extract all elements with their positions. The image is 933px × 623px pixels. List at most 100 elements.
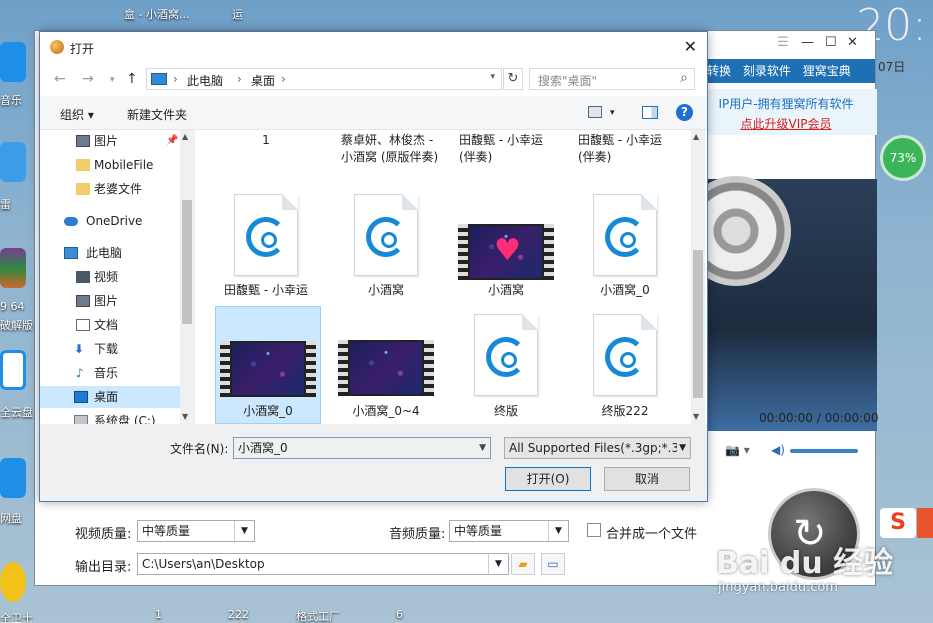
nav-item-label: 音乐 — [94, 366, 119, 380]
desktop-label: 网盘 — [0, 512, 22, 525]
camera-icon[interactable]: 📷 ▾ — [725, 443, 750, 457]
vip-upgrade-link[interactable]: 点此升级VIP会员 — [695, 115, 877, 132]
minimize-icon[interactable]: — — [801, 35, 814, 50]
new-folder-button[interactable]: 新建文件夹 — [127, 106, 187, 123]
menu-item[interactable]: 刻录软件 — [743, 64, 791, 78]
app-icon[interactable] — [0, 142, 26, 182]
converter-menu: 转换 刻录软件 狸窝宝典 — [695, 59, 875, 83]
address-bar[interactable]: › 此电脑 › 桌面 › ▾ — [146, 68, 502, 90]
file-item[interactable]: 终版 — [453, 306, 559, 424]
pin-icon[interactable]: 📌 — [166, 130, 178, 152]
chevron-down-icon[interactable]: ▾ — [610, 108, 615, 118]
open-button[interactable]: 打开(O) — [505, 467, 591, 491]
breadcrumb-item[interactable]: 此电脑 — [187, 72, 223, 89]
breadcrumb-item[interactable]: 桌面 — [251, 72, 275, 89]
menu-item[interactable]: 狸窝宝典 — [803, 64, 851, 78]
baidu-watermark-url: jingyan.baidu.com — [718, 580, 838, 595]
sogou-icon[interactable]: S — [880, 508, 916, 538]
audio-quality-select[interactable]: 中等质量 ▼ — [449, 520, 569, 542]
chevron-down-icon[interactable]: ▾ — [490, 72, 495, 82]
file-item-selected[interactable]: 小酒窝_0 — [215, 306, 321, 424]
vip-banner: IP用户-拥有狸窝所有软件 点此升级VIP会员 — [695, 89, 877, 135]
search-input[interactable]: 搜索"桌面" — [538, 72, 597, 89]
scrollbar-thumb[interactable] — [182, 200, 192, 324]
file-item[interactable]: 小酒窝 — [333, 192, 439, 304]
computer-icon — [151, 73, 167, 85]
file-name: 小酒窝_0~4 — [352, 404, 420, 418]
cancel-button[interactable]: 取消 — [604, 467, 690, 491]
nav-scrollbar[interactable]: ▲ ▼ — [180, 130, 194, 424]
nav-item-music[interactable]: ♪ 音乐 — [40, 362, 180, 384]
desktop-label: 破解版 — [0, 319, 33, 332]
music-icon: ♪ — [76, 366, 84, 380]
folder-browse-icon[interactable]: ▭ — [541, 553, 565, 575]
nav-item-this-pc[interactable]: 此电脑 — [40, 242, 180, 264]
nav-item-desktop[interactable]: 桌面 — [40, 386, 180, 408]
picture-icon — [76, 135, 90, 147]
nav-item-pictures[interactable]: 图片 — [40, 290, 180, 312]
scrollbar-thumb[interactable] — [693, 250, 703, 398]
scroll-up-icon[interactable]: ▲ — [693, 132, 699, 141]
file-item[interactable]: 田馥甄 - 小幸运 — [213, 192, 319, 304]
cloud-icon — [64, 217, 78, 226]
nav-item-wife-files[interactable]: 老婆文件 — [40, 178, 180, 200]
app-icon[interactable] — [0, 458, 26, 498]
output-dir-field[interactable]: C:\Users\an\Desktop ▼ — [137, 553, 509, 575]
video-frame — [350, 342, 422, 394]
merge-checkbox[interactable] — [587, 523, 601, 537]
scroll-up-icon[interactable]: ▲ — [182, 132, 188, 141]
file-item[interactable]: 小酒窝_0 — [572, 192, 678, 304]
menu-icon[interactable]: ☰ — [777, 35, 789, 50]
archive-icon[interactable] — [0, 248, 26, 288]
close-icon[interactable]: ✕ — [847, 35, 858, 50]
nav-item-videos[interactable]: 视频 — [40, 266, 180, 288]
volume-icon[interactable]: ◀) — [771, 443, 785, 457]
nav-item-onedrive[interactable]: OneDrive — [40, 210, 180, 232]
app-icon[interactable] — [0, 42, 26, 82]
refresh-icon[interactable]: ↻ — [503, 68, 523, 90]
plus-icon[interactable] — [0, 562, 26, 602]
scroll-down-icon[interactable]: ▼ — [693, 412, 699, 421]
video-thumbnail — [220, 341, 316, 397]
filetype-select[interactable]: All Supported Files(*.3gp;*.3g ▼ — [504, 437, 691, 459]
nav-item-pictures-pinned[interactable]: 图片 📌 — [40, 130, 180, 152]
file-item-partial[interactable]: 1 — [213, 132, 319, 149]
file-item-partial[interactable]: 田馥甄 - 小幸运 (伴奏) — [453, 132, 559, 166]
nav-item-system-drive[interactable]: 系统盘 (C:) — [40, 410, 180, 424]
view-icon[interactable] — [588, 106, 602, 118]
preview-pane-icon[interactable] — [642, 106, 658, 119]
help-icon[interactable]: ? — [676, 104, 693, 121]
organize-menu[interactable]: 组织 ▾ — [60, 106, 94, 123]
chevron-down-icon[interactable]: ▼ — [479, 438, 486, 458]
back-icon[interactable]: ← — [54, 71, 66, 87]
open-folder-icon[interactable]: ▰ — [511, 553, 535, 575]
file-item[interactable]: ♥ 小酒窝 — [453, 192, 559, 304]
cloud-icon[interactable] — [0, 350, 26, 390]
forward-icon[interactable]: → — [82, 71, 94, 87]
nav-item-downloads[interactable]: ⬇ 下载 — [40, 338, 180, 360]
drive-icon — [74, 415, 88, 424]
maximize-icon[interactable]: ☐ — [825, 35, 837, 50]
chevron-down-icon[interactable]: ▾ — [110, 75, 115, 85]
search-box[interactable]: 搜索"桌面" ⌕ — [529, 68, 695, 90]
file-item-partial[interactable]: 田馥甄 - 小幸运 (伴奏) — [572, 132, 678, 166]
file-name: 小酒窝 — [367, 283, 404, 297]
dialog-toolbar: 组织 ▾ 新建文件夹 ▾ ? — [40, 96, 707, 130]
close-icon[interactable]: ✕ — [684, 37, 697, 56]
audio-ring-icon — [605, 217, 645, 257]
file-item-partial[interactable]: 蔡卓妍、林俊杰 - 小酒窝 (原版伴奏) — [333, 132, 439, 166]
performance-gauge[interactable]: 73% — [880, 135, 926, 181]
scroll-down-icon[interactable]: ▼ — [182, 412, 188, 421]
up-icon[interactable]: ↑ — [126, 71, 138, 87]
nav-item-documents[interactable]: 文档 — [40, 314, 180, 336]
video-quality-select[interactable]: 中等质量 ▼ — [137, 520, 255, 542]
desktop-label: 6 — [396, 608, 403, 621]
film-strip — [338, 340, 348, 396]
volume-slider[interactable] — [790, 449, 858, 453]
menu-item[interactable]: 转换 — [707, 64, 731, 78]
nav-item-mobilefile[interactable]: MobileFile — [40, 154, 180, 176]
file-item[interactable]: 终版222 — [572, 306, 678, 424]
file-item[interactable]: 小酒窝_0~4 — [333, 306, 439, 424]
filename-input[interactable]: 小酒窝_0 ▼ — [233, 437, 491, 459]
file-list-scrollbar[interactable]: ▲ ▼ — [691, 130, 705, 424]
